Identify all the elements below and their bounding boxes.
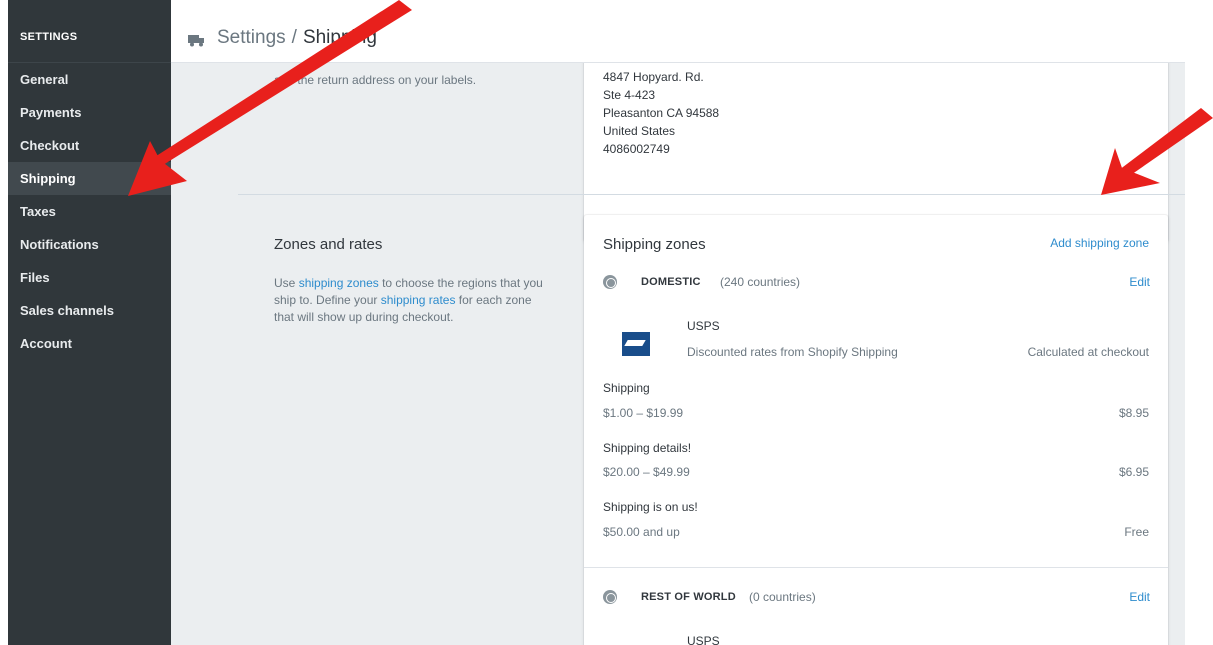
globe-icon: [603, 590, 617, 604]
address-hint: and the return address on your labels.: [274, 73, 477, 87]
zone-name: REST OF WORLD: [641, 591, 736, 603]
breadcrumb: Settings / Shipping: [187, 27, 377, 49]
rate-range: $20.00 – $49.99: [603, 465, 690, 479]
globe-icon: [603, 275, 617, 289]
zone-country-count: (240 countries): [720, 275, 801, 289]
sidebar-item-account[interactable]: Account: [8, 327, 171, 360]
rate-price: $8.95: [1118, 406, 1149, 420]
edit-zone-link[interactable]: Edit: [1129, 590, 1150, 604]
shipping-zones-title: Shipping zones: [603, 236, 706, 253]
sidebar-item-sales-channels[interactable]: Sales channels: [8, 294, 171, 327]
breadcrumb-current: Shipping: [302, 27, 377, 48]
rate-range: $1.00 – $19.99: [603, 406, 684, 420]
address-line: Pleasanton CA 94588: [603, 106, 720, 120]
carrier-name: USPS: [687, 319, 720, 333]
rate-price: $6.95: [1118, 465, 1149, 479]
settings-sidebar: SETTINGS General Payments Checkout Shipp…: [8, 0, 171, 645]
sidebar-item-checkout[interactable]: Checkout: [8, 129, 171, 162]
breadcrumb-settings[interactable]: Settings: [217, 27, 286, 49]
carrier-description: Discounted rates from Shopify Shipping: [687, 345, 898, 359]
rate-name: Shipping: [603, 381, 650, 395]
desc-text: Use: [274, 276, 299, 290]
address-phone: 4086002749: [603, 142, 670, 156]
zone-header-rest-of-world: REST OF WORLD (0 countries) Edit: [603, 588, 1150, 608]
address-line: Ste 4-423: [603, 88, 656, 102]
shipping-rates-link[interactable]: shipping rates: [381, 293, 456, 307]
rate-price: Free: [1124, 525, 1149, 539]
sidebar-item-shipping[interactable]: Shipping: [8, 162, 171, 195]
shipping-zones-link[interactable]: shipping zones: [299, 276, 379, 290]
settings-nav: General Payments Checkout Shipping Taxes…: [8, 63, 171, 360]
sidebar-item-notifications[interactable]: Notifications: [8, 228, 171, 261]
zones-section-title: Zones and rates: [274, 236, 383, 253]
sidebar-item-taxes[interactable]: Taxes: [8, 195, 171, 228]
zone-divider: [584, 567, 1168, 568]
sidebar-item-general[interactable]: General: [8, 63, 171, 96]
truck-icon: [187, 31, 209, 47]
zone-country-count: (0 countries): [749, 590, 816, 604]
section-divider: [238, 194, 1185, 195]
rate-name: Shipping details!: [603, 441, 692, 455]
rate-range: $50.00 and up: [603, 525, 680, 539]
sidebar-item-files[interactable]: Files: [8, 261, 171, 294]
address-line: 4847 Hopyard. Rd.: [603, 70, 704, 84]
breadcrumb-separator: /: [291, 27, 297, 48]
add-shipping-zone-link[interactable]: Add shipping zone: [1050, 236, 1149, 250]
address-line: United States: [603, 124, 676, 138]
usps-logo-icon: [622, 332, 650, 356]
zone-header-domestic: DOMESTIC (240 countries) Edit: [603, 273, 1150, 293]
top-bar: Settings / Shipping: [171, 0, 1185, 63]
edit-zone-link[interactable]: Edit: [1129, 275, 1150, 289]
zones-section-description: Use shipping zones to choose the regions…: [274, 275, 544, 326]
zone-name: DOMESTIC: [641, 276, 701, 288]
rate-name: Shipping is on us!: [603, 500, 698, 514]
carrier-rate: Calculated at checkout: [1027, 345, 1149, 359]
main-content: and the return address on your labels. 4…: [171, 63, 1185, 645]
sidebar-item-payments[interactable]: Payments: [8, 96, 171, 129]
carrier-name: USPS: [687, 634, 720, 645]
shipping-zones-card: Shipping zones Add shipping zone DOMESTI…: [584, 215, 1168, 645]
sidebar-header: SETTINGS: [8, 0, 171, 63]
